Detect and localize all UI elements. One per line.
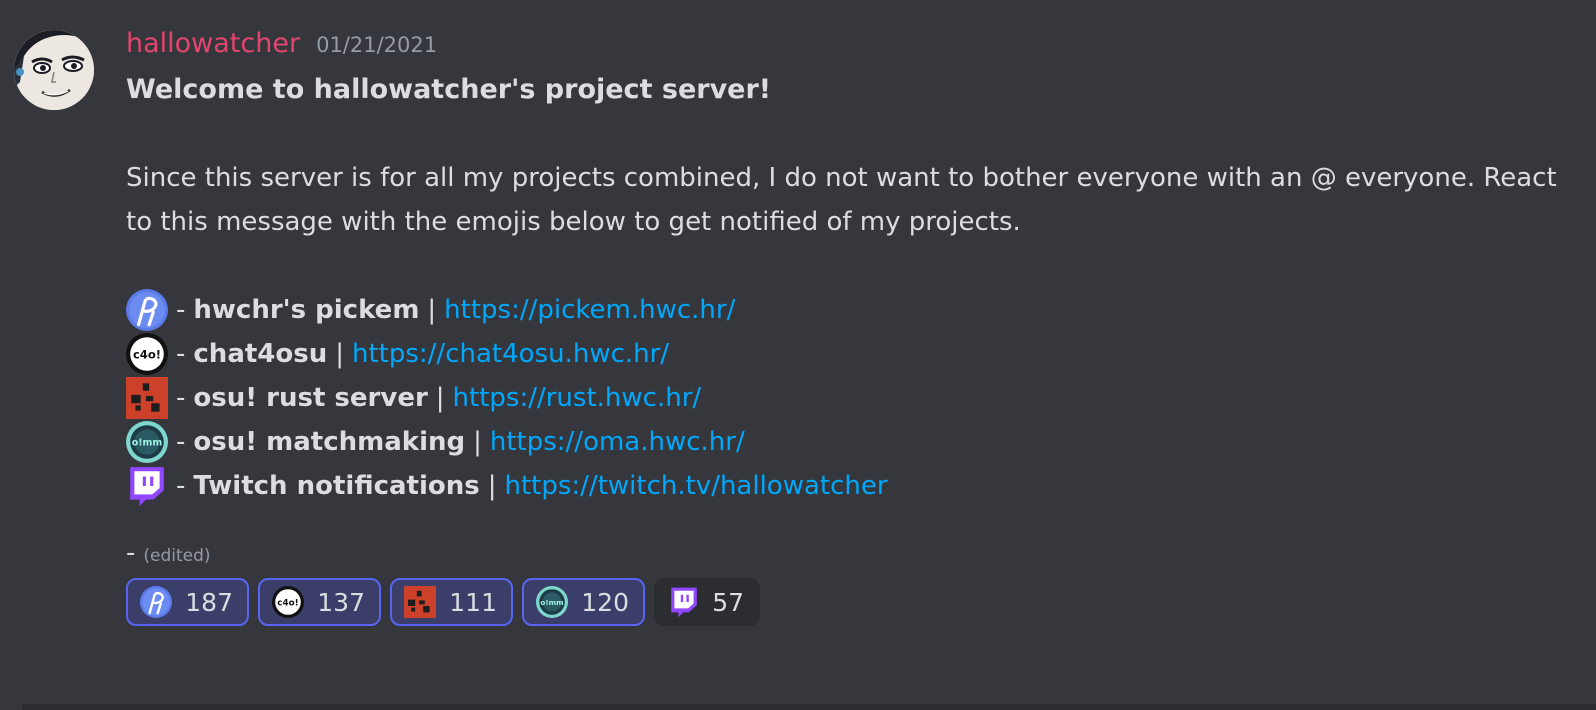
dash: - xyxy=(176,427,186,457)
chat4osu-emoji-icon xyxy=(272,586,304,618)
project-row-twitch: - Twitch notifications | https://twitch.… xyxy=(126,464,1576,508)
oma-emoji-icon xyxy=(126,421,168,463)
message-header: hallowatcher 01/21/2021 xyxy=(126,28,1576,68)
dash: - xyxy=(176,339,186,369)
timestamp[interactable]: 01/21/2021 xyxy=(316,33,437,57)
project-row-pickem: - hwchr's pickem | https://pickem.hwc.hr… xyxy=(126,288,1576,332)
rust-emoji-icon xyxy=(404,586,436,618)
pickem-emoji-icon xyxy=(126,289,168,331)
divider xyxy=(22,704,1596,710)
oma-emoji-icon xyxy=(536,586,568,618)
project-name: chat4osu xyxy=(193,339,328,369)
reaction-twitch[interactable]: 57 xyxy=(654,578,760,626)
separator: | xyxy=(487,471,497,501)
reaction-count: 57 xyxy=(712,587,744,617)
project-link[interactable]: https://rust.hwc.hr/ xyxy=(453,376,702,420)
username[interactable]: hallowatcher xyxy=(126,28,300,59)
project-name: Twitch notifications xyxy=(193,471,480,501)
project-list: - hwchr's pickem | https://pickem.hwc.hr… xyxy=(126,288,1576,508)
reaction-rust[interactable]: 111 xyxy=(390,578,513,626)
project-name: hwchr's pickem xyxy=(193,295,420,325)
rust-emoji-icon xyxy=(126,377,168,419)
twitch-emoji-icon xyxy=(126,465,168,507)
project-row-chat4osu: - chat4osu | https://chat4osu.hwc.hr/ xyxy=(126,332,1576,376)
separator: | xyxy=(435,383,445,413)
reaction-count: 111 xyxy=(449,587,497,617)
edited-label[interactable]: (edited) xyxy=(143,546,210,566)
pickem-emoji-icon xyxy=(140,586,172,618)
reaction-count: 187 xyxy=(185,587,233,617)
reaction-oma[interactable]: 120 xyxy=(522,578,645,626)
trailing-dash: - xyxy=(126,538,136,568)
project-row-oma: - osu! matchmaking | https://oma.hwc.hr/ xyxy=(126,420,1576,464)
project-link[interactable]: https://pickem.hwc.hr/ xyxy=(444,288,735,332)
project-name: osu! matchmaking xyxy=(193,427,466,457)
reaction-bar: 187 137 111 120 57 xyxy=(126,578,1576,626)
twitch-emoji-icon xyxy=(668,586,700,618)
reaction-count: 120 xyxy=(581,587,629,617)
project-row-rust: - osu! rust server | https://rust.hwc.hr… xyxy=(126,376,1576,420)
message-content: hallowatcher 01/21/2021 Welcome to hallo… xyxy=(126,28,1576,626)
dash: - xyxy=(176,295,186,325)
dash: - xyxy=(176,471,186,501)
message: hallowatcher 01/21/2021 Welcome to hallo… xyxy=(0,0,1596,700)
reaction-chat4osu[interactable]: 137 xyxy=(258,578,381,626)
message-body: Since this server is for all my projects… xyxy=(126,163,1557,237)
dash: - xyxy=(176,383,186,413)
separator: | xyxy=(427,295,437,325)
project-link[interactable]: https://chat4osu.hwc.hr/ xyxy=(352,332,669,376)
reaction-pickem[interactable]: 187 xyxy=(126,578,249,626)
edit-line: - (edited) xyxy=(126,538,1576,578)
separator: | xyxy=(335,339,344,369)
reaction-count: 137 xyxy=(317,587,365,617)
user-avatar[interactable] xyxy=(14,30,94,110)
project-link[interactable]: https://oma.hwc.hr/ xyxy=(490,420,745,464)
chat4osu-emoji-icon xyxy=(126,333,168,375)
project-name: osu! rust server xyxy=(193,383,428,413)
message-title: Welcome to hallowatcher's project server… xyxy=(126,74,772,105)
separator: | xyxy=(473,427,482,457)
project-link[interactable]: https://twitch.tv/hallowatcher xyxy=(505,464,888,508)
